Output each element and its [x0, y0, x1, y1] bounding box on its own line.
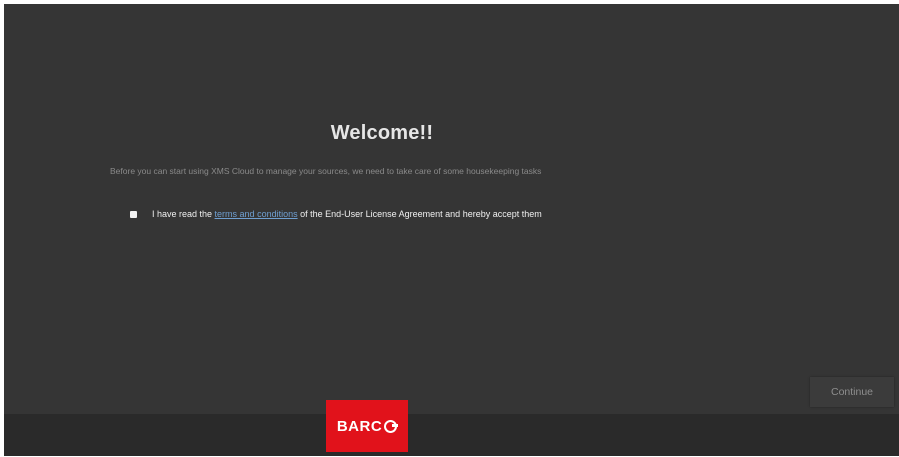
page-title: Welcome!! [330, 122, 434, 144]
welcome-panel: Welcome!! Before you can start using XMS… [4, 4, 899, 414]
barco-logo: BARC [326, 400, 408, 452]
terms-checkbox[interactable] [130, 210, 137, 218]
terms-text-before: I have read the [152, 209, 215, 219]
barco-logo-text: BARC [336, 417, 399, 435]
terms-agreement-text: I have read the terms and conditions of … [152, 209, 542, 219]
app-window: Welcome!! Before you can start using XMS… [4, 4, 899, 456]
barco-logo-letters: BARC [336, 417, 383, 435]
terms-and-conditions-link[interactable]: terms and conditions [215, 209, 298, 219]
barco-o-icon [384, 419, 399, 433]
terms-text-after: of the End-User License Agreement and he… [297, 209, 542, 219]
continue-button[interactable]: Continue [810, 377, 894, 407]
footer-bar [4, 414, 899, 456]
terms-agreement-row: I have read the terms and conditions of … [130, 209, 542, 219]
welcome-subtitle: Before you can start using XMS Cloud to … [110, 166, 542, 176]
